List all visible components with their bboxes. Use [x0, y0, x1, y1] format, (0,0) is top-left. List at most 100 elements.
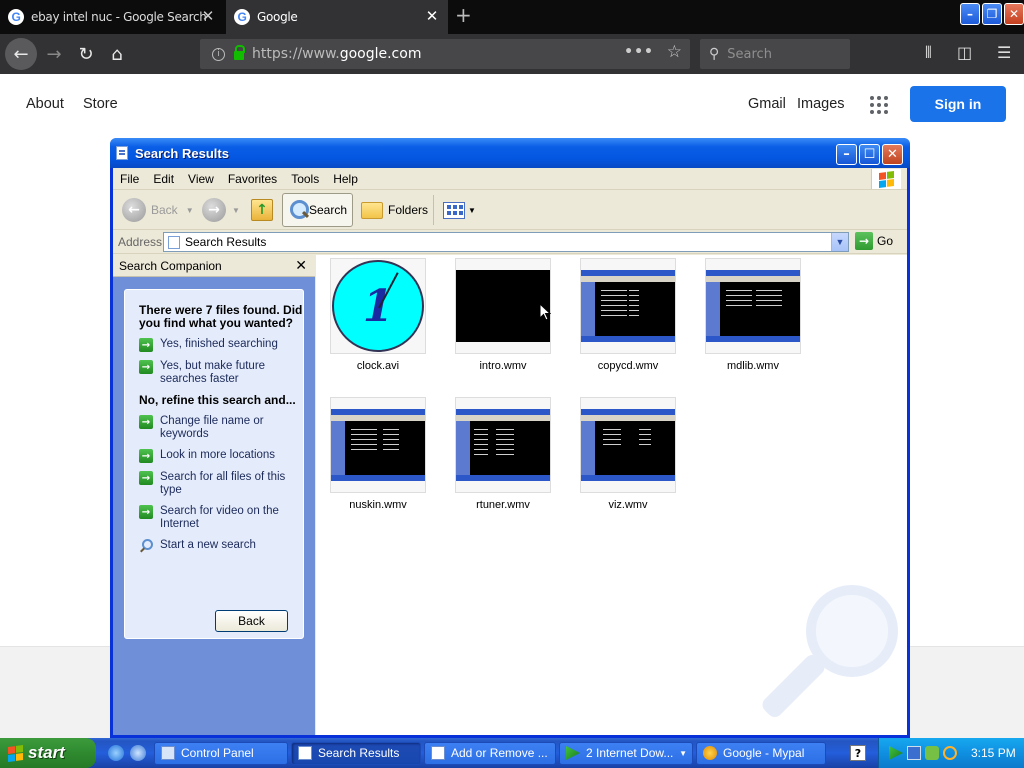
option-new-search[interactable]: Start a new search [139, 539, 303, 553]
menu-edit[interactable]: Edit [146, 172, 181, 186]
media-player-tray-icon[interactable] [889, 746, 903, 760]
library-icon[interactable]: ⫴ [925, 43, 932, 63]
menu-bar: File Edit View Favorites Tools Help [113, 168, 907, 190]
window-title-bar[interactable]: Search Results [110, 138, 910, 168]
windows-taskbar: start Control Panel Search Results Add o… [0, 738, 1024, 768]
clock-icon: 1 [332, 260, 424, 352]
task-internet-downloads[interactable]: 2 Internet Dow... ▼ [559, 741, 693, 765]
file-thumbnail: 1 [330, 258, 426, 354]
restore-icon[interactable]: ❐ [982, 3, 1002, 25]
about-link[interactable]: About [26, 96, 64, 112]
minimize-icon[interactable]: – [960, 3, 980, 25]
gmail-link[interactable]: Gmail [748, 96, 786, 112]
results-pane: 1 clock.avi intro.wmv copycd.wmv mdlib.w… [316, 255, 907, 735]
store-link[interactable]: Store [83, 96, 118, 112]
forward-arrow-icon[interactable]: → [40, 40, 68, 68]
internet-explorer-icon[interactable] [108, 745, 124, 761]
tab-title: Google [257, 10, 298, 24]
search-results-icon [168, 235, 180, 249]
system-tray: 3:15 PM [878, 738, 1024, 768]
option-more-locations[interactable]: → Look in more locations [139, 449, 303, 463]
tray-app-icon[interactable] [925, 746, 939, 760]
menu-file[interactable]: File [113, 172, 146, 186]
minimize-icon[interactable]: – [836, 144, 857, 165]
file-tile-mdlib[interactable]: mdlib.wmv [705, 258, 801, 372]
refine-heading: No, refine this search and... [139, 393, 296, 407]
browser-tab-bar: G ebay intel nuc - Google Search ✕ G Goo… [0, 0, 1024, 34]
bookmark-star-icon[interactable]: ☆ [667, 42, 682, 62]
home-icon[interactable]: ⌂ [103, 40, 131, 68]
up-folder-button[interactable]: ↑ [246, 193, 278, 227]
file-tile-nuskin[interactable]: nuskin.wmv [330, 397, 426, 511]
network-tray-icon[interactable] [907, 746, 921, 760]
file-name: viz.wmv [608, 499, 648, 511]
maximize-icon[interactable]: ☐ [859, 144, 880, 165]
play-icon [566, 746, 580, 760]
file-thumbnail [455, 258, 551, 354]
forward-button[interactable]: → ▼ [197, 193, 245, 227]
sign-in-button[interactable]: Sign in [910, 86, 1006, 122]
browser-icon[interactable] [130, 745, 146, 761]
chevron-down-icon: ▼ [232, 205, 240, 215]
lock-icon [234, 44, 245, 60]
green-arrow-icon: → [139, 471, 153, 485]
address-input[interactable]: Search Results ▼ [163, 232, 849, 252]
menu-help[interactable]: Help [326, 172, 365, 186]
go-button[interactable]: → Go [855, 232, 893, 250]
option-change-file-name[interactable]: → Change file name or keywords [139, 415, 303, 441]
companion-back-button[interactable]: Back [215, 610, 288, 632]
reload-icon[interactable]: ↻ [72, 40, 100, 68]
browser-tab-google[interactable]: G Google ✕ [226, 0, 448, 34]
file-thumbnail [580, 258, 676, 354]
file-tile-viz[interactable]: viz.wmv [580, 397, 676, 511]
task-google-mypal[interactable]: Google - Mypal [696, 741, 826, 765]
folders-button[interactable]: Folders [356, 193, 433, 227]
menu-view[interactable]: View [181, 172, 221, 186]
back-arrow-icon[interactable]: ← [5, 38, 37, 70]
search-toolbar-button[interactable]: Search [282, 193, 353, 227]
quick-launch [108, 745, 146, 761]
close-icon[interactable]: ✕ [1004, 3, 1024, 25]
browser-nav-bar: ← → ↻ ⌂ i https://www. google.com ••• ☆ ⚲… [0, 34, 1024, 74]
google-apps-icon[interactable] [870, 96, 888, 114]
option-faster-searches[interactable]: → Yes, but make future searches faster [139, 360, 303, 386]
task-search-results[interactable]: Search Results [291, 741, 421, 765]
chevron-down-icon: ▼ [679, 748, 687, 758]
back-button[interactable]: ← Back ▼ [117, 193, 199, 227]
browser-tab-search[interactable]: G ebay intel nuc - Google Search ✕ [0, 0, 224, 34]
page-actions-icon[interactable]: ••• [624, 44, 654, 60]
search-results-icon [298, 746, 312, 760]
task-control-panel[interactable]: Control Panel [154, 741, 288, 765]
close-tab-icon[interactable]: ✕ [426, 9, 439, 24]
help-icon[interactable]: ? [850, 745, 866, 761]
menu-icon[interactable]: ☰ [997, 43, 1011, 62]
images-link[interactable]: Images [797, 96, 845, 112]
file-tile-copycd[interactable]: copycd.wmv [580, 258, 676, 372]
option-video-internet[interactable]: → Search for video on the Internet [139, 505, 303, 531]
chevron-down-icon[interactable]: ▼ [831, 233, 848, 251]
option-all-files-of-type[interactable]: → Search for all files of this type [139, 471, 303, 497]
green-arrow-icon: → [139, 415, 153, 429]
close-tab-icon[interactable]: ✕ [202, 9, 215, 24]
search-icon: ⚲ [709, 46, 720, 62]
new-tab-icon[interactable]: + [455, 5, 472, 25]
file-tile-rtuner[interactable]: rtuner.wmv [455, 397, 551, 511]
close-icon[interactable]: ✕ [882, 144, 903, 165]
sidebar-icon[interactable]: ◫ [957, 43, 972, 62]
file-tile-clock[interactable]: 1 clock.avi [330, 258, 426, 372]
file-tile-intro[interactable]: intro.wmv [455, 258, 551, 372]
close-icon[interactable]: ✕ [295, 257, 307, 274]
menu-tools[interactable]: Tools [284, 172, 326, 186]
url-bar[interactable]: i https://www. google.com ••• ☆ [200, 39, 690, 69]
task-add-remove[interactable]: Add or Remove ... [424, 741, 556, 765]
standard-toolbar: ← Back ▼ → ▼ ↑ Search Folders ▼ [113, 190, 907, 230]
browser-search-input[interactable]: ⚲ Search [700, 39, 850, 69]
file-thumbnail [330, 397, 426, 493]
option-finished-searching[interactable]: → Yes, finished searching [139, 338, 303, 352]
search-tray-icon[interactable] [943, 746, 957, 760]
info-icon[interactable]: i [212, 47, 225, 61]
menu-favorites[interactable]: Favorites [221, 172, 284, 186]
search-companion-pane: Search Companion ✕ There were 7 files fo… [113, 255, 315, 735]
start-button[interactable]: start [0, 738, 96, 768]
views-button[interactable]: ▼ [438, 193, 481, 227]
